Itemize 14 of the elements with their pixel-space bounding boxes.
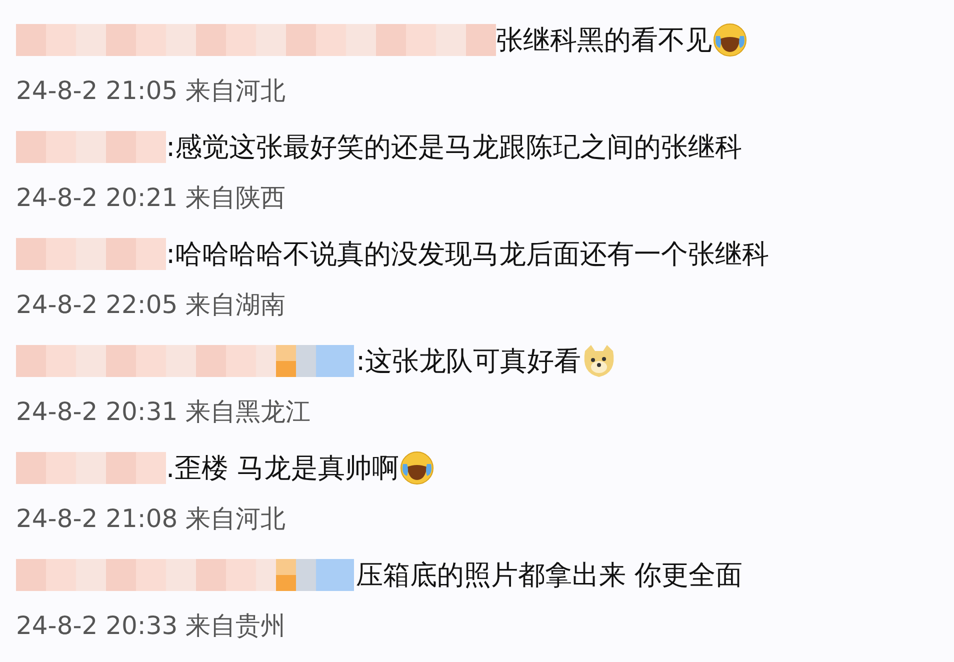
- comment-text: .歪楼 马龙是真帅啊: [166, 452, 400, 486]
- comment-meta: 24-8-2 20:21 来自陕西: [16, 182, 287, 214]
- comment-meta: 24-8-2 22:05 来自湖南: [16, 289, 287, 321]
- laughing-face-icon: [712, 22, 748, 58]
- comment-text: :这张龙队可真好看: [356, 345, 582, 379]
- comment-meta: 24-8-2 20:33 来自贵州: [16, 610, 287, 642]
- laughing-face-icon: [399, 450, 436, 486]
- comment-meta: 24-8-2 21:08 来自河北: [16, 503, 287, 535]
- comment-text: 张继科黑的看不见: [496, 24, 712, 58]
- comment-meta: 24-8-2 21:05 来自河北: [16, 75, 287, 107]
- comment-meta: 24-8-2 20:31 来自黑龙江: [16, 396, 312, 428]
- comment-text: 压箱底的照片都拿出来 你更全面: [356, 559, 743, 593]
- comment-text: :感觉这张最好笑的还是马龙跟陈玘之间的张继科: [166, 131, 742, 165]
- comment-text: :哈哈哈哈不说真的没发现马龙后面还有一个张继科: [166, 238, 770, 272]
